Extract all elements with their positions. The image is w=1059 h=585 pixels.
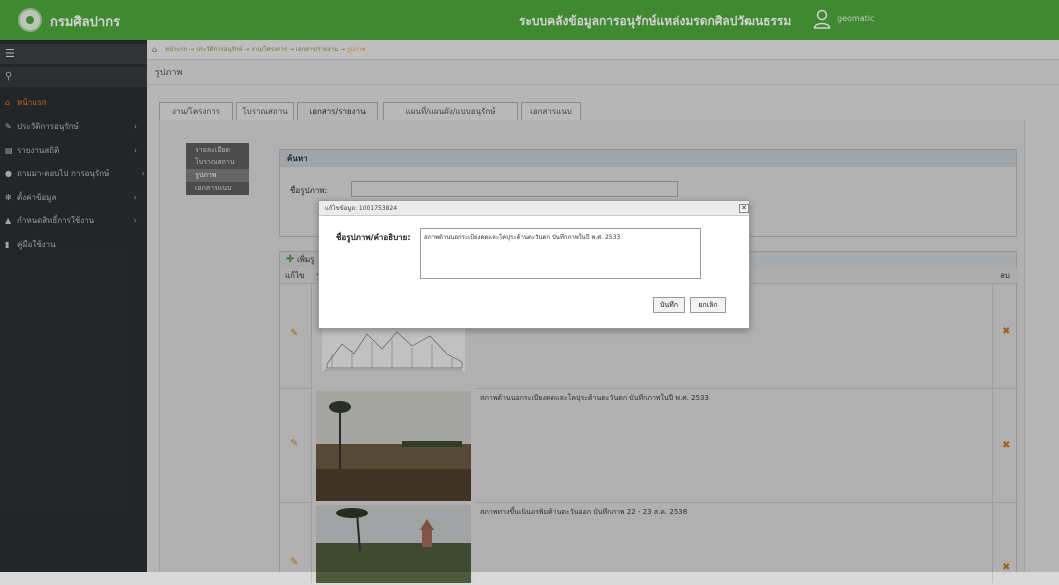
description-label: ชื่อรูปภาพ/คำอธิบาย: — [336, 233, 411, 242]
description-textarea[interactable]: สภาพด้านนอกระเบียงคดและโคปุระด้านตะวันตก… — [420, 228, 701, 279]
edit-dialog: แก้ไขข้อมูล: 1001753824 ✕ ชื่อรูปภาพ/คำอ… — [318, 200, 750, 329]
cancel-button[interactable]: ยกเลิก — [690, 297, 726, 313]
close-icon[interactable]: ✕ — [739, 204, 749, 213]
save-button[interactable]: บันทึก — [653, 297, 685, 313]
dialog-title: แก้ไขข้อมูล: 1001753824 — [319, 201, 749, 216]
